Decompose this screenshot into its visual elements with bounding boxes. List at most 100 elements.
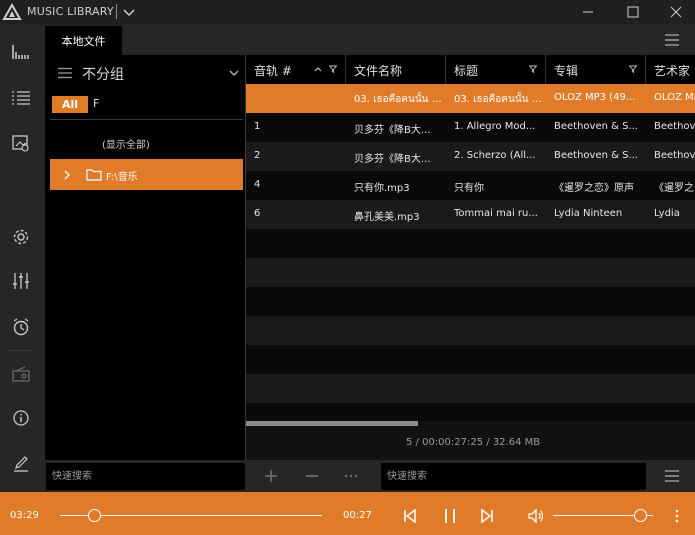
- player-bar: 03:29 00:27: [0, 492, 695, 535]
- cell-album: OLOZ MP3 (49...: [554, 92, 636, 103]
- empty-row: [246, 316, 695, 345]
- library-bars-icon[interactable]: [10, 41, 32, 63]
- elapsed-time: 03:29: [10, 510, 39, 521]
- group-by-label: 不分组: [82, 67, 124, 83]
- column-album-label: 专辑: [554, 64, 579, 78]
- volume-icon[interactable]: [527, 508, 545, 524]
- cell-album: Beethoven & S...: [554, 121, 638, 132]
- minimize-button[interactable]: [565, 0, 611, 24]
- tab-local-files[interactable]: 本地文件: [45, 26, 122, 55]
- list-icon: [58, 67, 72, 79]
- maximize-button[interactable]: [610, 0, 656, 24]
- app-title: MUSIC LIBRARY: [27, 5, 114, 18]
- more-vertical-icon[interactable]: [672, 508, 682, 524]
- cell-title: 1. Allegro Mod...: [454, 121, 536, 132]
- equalizer-icon[interactable]: [10, 270, 32, 292]
- more-icon[interactable]: [344, 469, 358, 483]
- alarm-clock-icon[interactable]: [10, 316, 32, 338]
- column-title-label: 标题: [454, 64, 479, 78]
- cell-artist: Beethov: [654, 150, 695, 161]
- add-icon[interactable]: [264, 469, 278, 483]
- radio-icon[interactable]: [10, 363, 32, 385]
- next-icon[interactable]: [479, 508, 495, 524]
- cell-track: 1: [254, 121, 261, 132]
- previous-icon[interactable]: [402, 508, 418, 524]
- left-search-input[interactable]: [46, 463, 245, 490]
- show-all-item[interactable]: (显示全部): [102, 136, 150, 151]
- grid-status: 5 / 00:00:27:25 / 32.64 MB: [406, 437, 541, 448]
- empty-row: [246, 229, 695, 258]
- chevron-down-icon[interactable]: [121, 4, 137, 20]
- table-row[interactable]: 1 贝多芬《降B大... 1. Allegro Mod... Beethoven…: [246, 113, 695, 142]
- chevron-down-icon: [229, 70, 239, 76]
- cell-title: Tommai mai ru...: [454, 208, 538, 219]
- picture-gallery-icon[interactable]: [10, 132, 32, 154]
- cell-title: 只有你: [454, 183, 484, 194]
- expand-arrow-icon[interactable]: [63, 170, 71, 180]
- tab-strip: 本地文件: [45, 24, 695, 55]
- empty-row: [246, 374, 695, 403]
- left-search-bar: [45, 460, 245, 492]
- playlist-icon[interactable]: [10, 87, 32, 109]
- table-row[interactable]: 03. เธอคือคนนั้น - ... 03. เธอคือคนนั้น …: [246, 84, 695, 113]
- column-header-artist[interactable]: 艺术家: [646, 55, 695, 84]
- folder-icon: [86, 169, 102, 181]
- folder-item[interactable]: F:\音乐: [50, 159, 243, 190]
- list-tools: [245, 460, 380, 492]
- horizontal-scrollbar-thumb[interactable]: [246, 421, 418, 426]
- settings-gear-icon[interactable]: [10, 226, 32, 248]
- column-header-album[interactable]: 专辑: [546, 55, 646, 84]
- remove-icon[interactable]: [305, 469, 319, 483]
- rail-divider: [9, 350, 34, 351]
- cell-title: 03. เธอคือคนนั้น - ...: [454, 94, 542, 105]
- info-icon[interactable]: [10, 407, 32, 429]
- table-row[interactable]: 6 鼻孔美美.mp3 Tommai mai ru... Lydia Nintee…: [246, 200, 695, 229]
- hamburger-menu-icon[interactable]: [663, 31, 681, 49]
- cell-track: 6: [254, 208, 261, 219]
- cell-album: 《暹罗之恋》原声: [554, 183, 634, 194]
- right-search-bar: [380, 460, 648, 492]
- pause-icon[interactable]: [442, 508, 458, 524]
- close-button[interactable]: [653, 0, 695, 24]
- cell-filename: 贝多芬《降B大...: [354, 125, 431, 136]
- title-bar: MUSIC LIBRARY: [0, 0, 695, 24]
- app-logo-icon: [2, 2, 22, 20]
- bottom-menu: [648, 460, 695, 492]
- cell-filename: 鼻孔美美.mp3: [354, 212, 420, 223]
- column-header-filename[interactable]: 文件名称: [346, 55, 446, 84]
- cell-artist: Beethov: [654, 121, 695, 132]
- remaining-time: 00:27: [343, 510, 372, 521]
- file-grid: 音轨 # 文件名称 标题 专辑 艺术家 03. เธอคือคนนั้น - .…: [246, 55, 695, 460]
- right-search-input[interactable]: [381, 463, 646, 490]
- cell-track: 2: [254, 150, 261, 161]
- volume-slider-knob[interactable]: [633, 509, 647, 522]
- title-separator: [116, 4, 117, 19]
- column-track-label: 音轨 #: [254, 64, 292, 78]
- empty-row: [246, 258, 695, 287]
- table-row[interactable]: 4 只有你.mp3 只有你 《暹罗之恋》原声 《暹罗之: [246, 171, 695, 200]
- filter-all-button[interactable]: All: [52, 96, 88, 113]
- column-header-title[interactable]: 标题: [446, 55, 546, 84]
- filter-icon[interactable]: [329, 65, 337, 73]
- close-icon: [670, 6, 682, 18]
- cell-artist: Lydia: [654, 208, 680, 219]
- hamburger-menu-icon[interactable]: [664, 468, 680, 484]
- grid-header: 音轨 # 文件名称 标题 专辑 艺术家: [246, 55, 695, 84]
- folder-label: F:\音乐: [106, 172, 138, 183]
- column-artist-label: 艺术家: [654, 64, 691, 78]
- side-rail: [0, 24, 45, 492]
- cell-filename: 只有你.mp3: [354, 183, 410, 194]
- edit-icon[interactable]: [10, 453, 32, 475]
- sort-ascending-icon: [314, 67, 322, 72]
- seek-bar-knob[interactable]: [87, 509, 101, 522]
- table-row[interactable]: 2 贝多芬《降B大... 2. Scherzo (All... Beethove…: [246, 142, 695, 171]
- filter-letter-f[interactable]: F: [93, 97, 99, 110]
- filter-icon[interactable]: [529, 65, 537, 73]
- empty-row: [246, 345, 695, 374]
- column-header-track[interactable]: 音轨 #: [246, 55, 346, 84]
- filter-icon[interactable]: [629, 65, 637, 73]
- cell-track: 4: [254, 179, 261, 190]
- empty-row: [246, 287, 695, 316]
- empty-row: [246, 403, 695, 421]
- group-by-dropdown[interactable]: 不分组: [45, 60, 245, 86]
